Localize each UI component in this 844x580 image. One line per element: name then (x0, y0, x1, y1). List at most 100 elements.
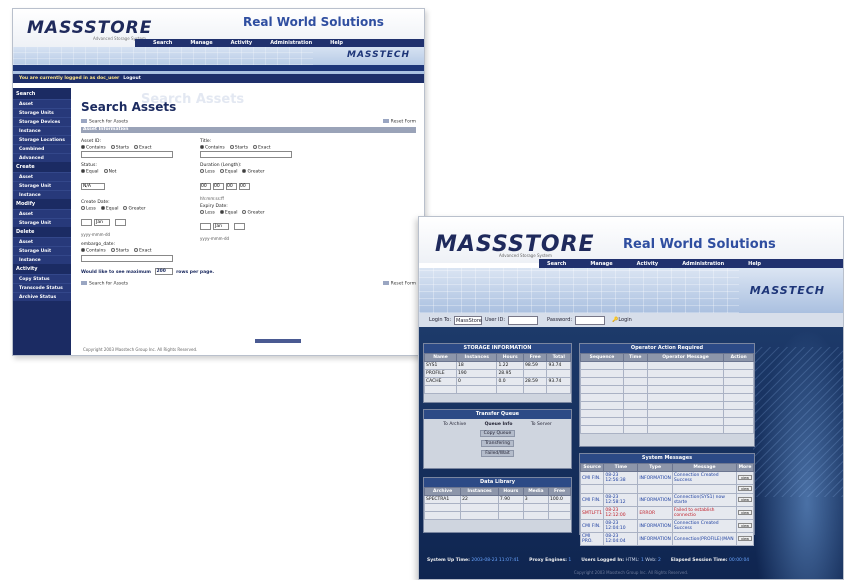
nav-administration[interactable]: Administration (682, 261, 724, 267)
sidebar-item[interactable]: Asset (13, 99, 71, 108)
radio-starts[interactable]: Starts (229, 144, 248, 150)
duration-mm[interactable]: 00 (213, 182, 224, 190)
radio-not[interactable]: Not (103, 169, 116, 175)
rows-per-page: Would like to see maximum 200 rows per p… (81, 267, 416, 275)
nav-manage[interactable]: Manage (190, 40, 212, 46)
radio-dot (253, 144, 258, 149)
password-field[interactable] (575, 315, 606, 325)
elapsed-session-time: Elapsed Session Time: 00:00:04 (671, 558, 749, 563)
duration-ss[interactable]: 00 (226, 182, 237, 190)
sidebar-item[interactable]: Archive Status (13, 292, 71, 301)
table-cell: INFORMATION (637, 471, 673, 485)
login-to-field[interactable]: MassStore (454, 315, 483, 325)
nav-administration[interactable]: Administration (270, 40, 312, 46)
rows-per-page-select[interactable]: 200 (154, 267, 173, 275)
to-archive-label[interactable]: To Archive (443, 422, 466, 427)
reset-form-label: Reset Form (390, 119, 416, 125)
radio-exact[interactable]: Exact (134, 144, 152, 150)
radio-equal[interactable]: Equal (219, 169, 237, 175)
reset-form-link[interactable]: Reset Form (382, 119, 416, 125)
users-logged-in: Users Logged In: HTML: 1 Web: 2 (581, 558, 661, 563)
sidebar-group[interactable]: Search (13, 89, 71, 99)
sidebar-item[interactable]: Storage Locations (13, 135, 71, 144)
radio-less[interactable]: Less (200, 169, 215, 175)
title-input[interactable] (200, 151, 292, 158)
radio-contains[interactable]: Contains (81, 144, 106, 150)
sidebar-item[interactable]: Instance (13, 190, 71, 199)
radio-equal[interactable]: Equal (219, 209, 237, 215)
password-label: Password: (547, 317, 573, 323)
logout-link[interactable]: Logout (123, 76, 141, 81)
view-button[interactable]: view (737, 536, 752, 541)
search-assets-link[interactable]: Search for Assets (81, 280, 128, 286)
create-day-input[interactable] (115, 219, 127, 226)
sidebar-item[interactable]: Storage Unit (13, 246, 71, 255)
sidebar-item[interactable]: Advanced (13, 153, 71, 162)
reset-form-link[interactable]: Reset Form (382, 280, 416, 286)
expiry-day-input[interactable] (234, 223, 246, 230)
nav-help[interactable]: Help (330, 40, 343, 46)
tagline: Real World Solutions (623, 237, 776, 252)
sidebar-group[interactable]: Modify (13, 199, 71, 209)
view-button[interactable]: view (737, 510, 752, 515)
table-cell (646, 377, 725, 386)
nav-activity[interactable]: Activity (231, 40, 253, 46)
sidebar-group[interactable]: Activity (13, 264, 71, 274)
sidebar-item[interactable]: Storage Unit (13, 181, 71, 190)
radio-starts[interactable]: Starts (110, 248, 129, 254)
radio-greater[interactable]: Greater (242, 169, 265, 175)
login-button[interactable]: 🔑Login (612, 317, 632, 323)
sidebar-item[interactable]: Storage Units (13, 108, 71, 117)
expiry-year-input[interactable] (200, 223, 211, 230)
view-button[interactable]: view (737, 523, 752, 528)
table-row (424, 385, 571, 394)
create-date-fields: Jan (81, 212, 198, 231)
embargo-date-input[interactable] (81, 254, 173, 262)
asset-id-input[interactable] (81, 151, 173, 158)
create-month-select[interactable]: Jan (94, 219, 110, 226)
radio-starts[interactable]: Starts (110, 144, 129, 150)
sidebar-group[interactable]: Create (13, 162, 71, 172)
sidebar-item[interactable]: Transcode Status (13, 283, 71, 292)
radio-equal[interactable]: Equal (81, 169, 99, 175)
sidebar-group[interactable]: Delete (13, 227, 71, 237)
duration-ff[interactable]: 00 (239, 182, 250, 190)
nav-activity[interactable]: Activity (637, 261, 659, 267)
duration-hh[interactable]: 00 (200, 182, 211, 190)
sidebar-item[interactable]: Asset (13, 237, 71, 246)
radio-exact[interactable]: Exact (253, 144, 271, 150)
view-button[interactable]: view (737, 486, 752, 491)
radio-less[interactable]: Less (81, 205, 96, 211)
sidebar-item[interactable]: Instance (13, 126, 71, 135)
nav-manage[interactable]: Manage (590, 261, 612, 267)
sidebar-item[interactable]: Asset (13, 209, 71, 218)
nav-search[interactable]: Search (547, 261, 566, 267)
radio-contains[interactable]: Contains (81, 248, 106, 254)
table-row (580, 425, 754, 434)
user-id-field[interactable] (508, 315, 539, 325)
radio-greater[interactable]: Greater (123, 205, 146, 211)
radio-contains[interactable]: Contains (200, 144, 225, 150)
status-select[interactable]: N/A (81, 182, 105, 190)
sidebar-item[interactable]: Storage Unit (13, 218, 71, 227)
radio-less[interactable]: Less (200, 209, 215, 215)
create-year-input[interactable] (81, 219, 92, 226)
view-button[interactable]: view (737, 475, 752, 480)
sidebar-item[interactable]: Asset (13, 172, 71, 181)
search-assets-link[interactable]: Search for Assets (81, 119, 128, 125)
scroll-indicator[interactable] (254, 339, 301, 343)
view-button[interactable]: view (737, 497, 752, 502)
sidebar-item[interactable]: Storage Devices (13, 117, 71, 126)
to-server-label[interactable]: To Server (531, 422, 552, 427)
tagline: Real World Solutions (243, 15, 384, 29)
nav-search[interactable]: Search (153, 40, 172, 46)
sidebar-item[interactable]: Combined (13, 144, 71, 153)
sidebar-item[interactable]: Instance (13, 255, 71, 264)
expiry-month-select[interactable]: Jan (213, 223, 229, 230)
sidebar-item[interactable]: Copy Status (13, 274, 71, 283)
nav-help[interactable]: Help (748, 261, 761, 267)
radio-equal[interactable]: Equal (100, 205, 118, 211)
radio-exact[interactable]: Exact (134, 248, 152, 254)
radio-greater[interactable]: Greater (242, 209, 265, 215)
table-cell: Connection Created Success (671, 471, 737, 485)
